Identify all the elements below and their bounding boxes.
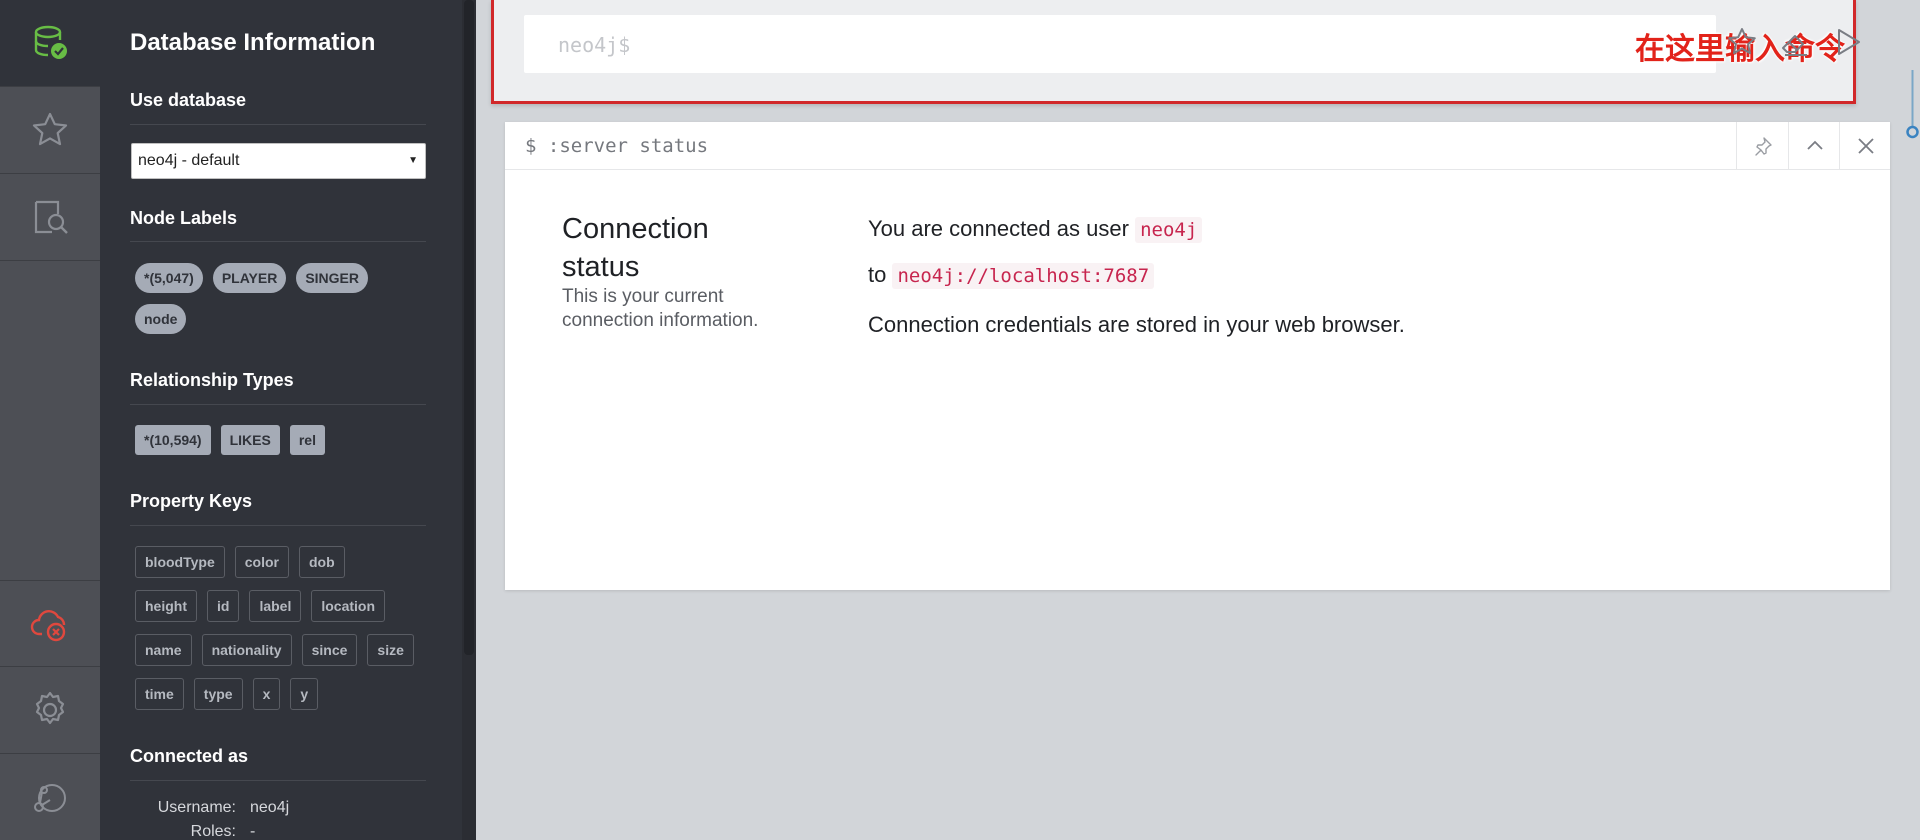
- query-editor-bar: neo4j$ 在这里输入命令: [491, 0, 1856, 104]
- property-key-chip[interactable]: bloodType: [135, 546, 225, 578]
- node-label-chip[interactable]: node: [135, 304, 187, 334]
- username-row: Username: neo4j: [124, 799, 289, 817]
- editor-prompt: neo4j$: [558, 33, 631, 57]
- connected-user-code: neo4j: [1135, 217, 1203, 243]
- divider: [130, 124, 426, 125]
- credentials-note: Connection credentials are stored in you…: [868, 312, 1405, 337]
- property-keys-heading: Property Keys: [130, 491, 253, 511]
- pin-icon: [1754, 137, 1772, 156]
- connected-as-heading: Connected as: [130, 746, 249, 766]
- favorite-query-button[interactable]: [1725, 24, 1758, 60]
- star-icon: [32, 112, 68, 146]
- connection-url-code: neo4j://localhost:7687: [892, 263, 1155, 289]
- star-icon: [1727, 28, 1756, 55]
- play-icon: [1838, 29, 1861, 55]
- rail-connection-button[interactable]: [0, 580, 100, 667]
- rail-settings-button[interactable]: [0, 667, 100, 754]
- relationship-type-chip[interactable]: rel: [289, 425, 325, 455]
- search-document-icon: [34, 200, 68, 234]
- page-scrollbar[interactable]: [1905, 70, 1920, 140]
- rail-database-button[interactable]: [0, 0, 100, 87]
- divider: [130, 404, 426, 405]
- property-key-chip[interactable]: color: [234, 546, 289, 578]
- sidebar-rail: [0, 0, 100, 840]
- pin-frame-button[interactable]: [1736, 122, 1788, 170]
- roles-value: -: [250, 823, 256, 840]
- property-key-chip[interactable]: dob: [298, 546, 345, 578]
- connected-user-prefix: You are connected as user: [868, 216, 1129, 241]
- chevron-up-icon: [1806, 140, 1823, 150]
- property-key-chip[interactable]: size: [367, 634, 414, 666]
- property-key-chip[interactable]: type: [193, 678, 243, 710]
- node-label-chip[interactable]: *(5,047): [135, 263, 203, 293]
- frame-command[interactable]: $ :server status: [525, 135, 708, 157]
- property-key-chip[interactable]: height: [135, 590, 197, 622]
- database-select[interactable]: neo4j - default ▼: [131, 143, 426, 179]
- roles-row: Roles: -: [124, 823, 256, 840]
- collapse-frame-button[interactable]: [1788, 122, 1840, 170]
- close-icon: [1857, 138, 1874, 154]
- drawer-scrollbar-thumb[interactable]: [464, 0, 474, 655]
- drawer-title: Database Information: [130, 29, 376, 56]
- node-labels-heading: Node Labels: [130, 208, 238, 228]
- relationship-type-list: *(10,594) LIKES rel: [135, 425, 435, 466]
- result-frame: $ :server status Connection status This …: [505, 122, 1890, 590]
- use-database-heading: Use database: [130, 90, 247, 110]
- connection-status-title: Connection status: [562, 213, 709, 283]
- property-key-chip[interactable]: y: [290, 678, 319, 710]
- property-key-chip[interactable]: x: [252, 678, 281, 710]
- frame-header: $ :server status: [505, 122, 1890, 170]
- property-key-chip[interactable]: location: [311, 590, 386, 622]
- node-label-chip[interactable]: SINGER: [296, 263, 369, 293]
- editor-actions: [1725, 24, 1865, 68]
- gear-icon: [35, 691, 65, 725]
- rail-favorites-button[interactable]: [0, 87, 100, 174]
- property-key-chip[interactable]: nationality: [201, 634, 292, 666]
- divider: [130, 780, 426, 781]
- divider: [130, 241, 426, 242]
- property-key-chip[interactable]: name: [135, 634, 192, 666]
- run-query-button[interactable]: [1832, 24, 1865, 60]
- relationship-types-heading: Relationship Types: [130, 370, 294, 390]
- username-label: Username:: [157, 799, 236, 816]
- database-select-value: neo4j - default: [138, 152, 240, 169]
- roles-label: Roles:: [190, 823, 236, 840]
- username-value: neo4j: [250, 799, 290, 816]
- rail-about-button[interactable]: [0, 754, 100, 840]
- close-frame-button[interactable]: [1839, 122, 1891, 170]
- property-key-chip[interactable]: since: [301, 634, 358, 666]
- rail-guides-button[interactable]: [0, 174, 100, 261]
- connected-user-line: You are connected as user neo4j: [868, 216, 1203, 243]
- clear-editor-button[interactable]: [1778, 24, 1811, 60]
- relationship-type-chip[interactable]: LIKES: [220, 425, 280, 455]
- query-editor-input[interactable]: neo4j$: [524, 15, 1716, 73]
- disconnected-cloud-icon: [30, 609, 66, 641]
- node-label-chip[interactable]: PLAYER: [212, 263, 287, 293]
- chevron-down-icon: ▼: [408, 155, 418, 166]
- database-information-drawer: Database Information Use database neo4j …: [100, 0, 463, 840]
- relationship-type-chip[interactable]: *(10,594): [135, 425, 211, 455]
- property-key-chip[interactable]: label: [249, 590, 302, 622]
- divider: [130, 525, 426, 526]
- connection-url-prefix: to: [868, 262, 887, 287]
- property-key-list: bloodType color dob height id label location na…: [135, 546, 425, 722]
- property-key-chip[interactable]: id: [207, 590, 240, 622]
- database-icon: [34, 25, 67, 59]
- connection-status-subtitle: This is your current connection informat…: [562, 286, 759, 331]
- neo4j-logo-icon: [34, 783, 66, 812]
- property-key-chip[interactable]: time: [135, 678, 184, 710]
- connection-url-line: to neo4j://localhost:7687: [868, 262, 1155, 289]
- drawer-scrollbar[interactable]: [462, 0, 476, 840]
- node-label-list: *(5,047) PLAYER SINGER node: [135, 263, 435, 345]
- eraser-icon: [1781, 35, 1807, 56]
